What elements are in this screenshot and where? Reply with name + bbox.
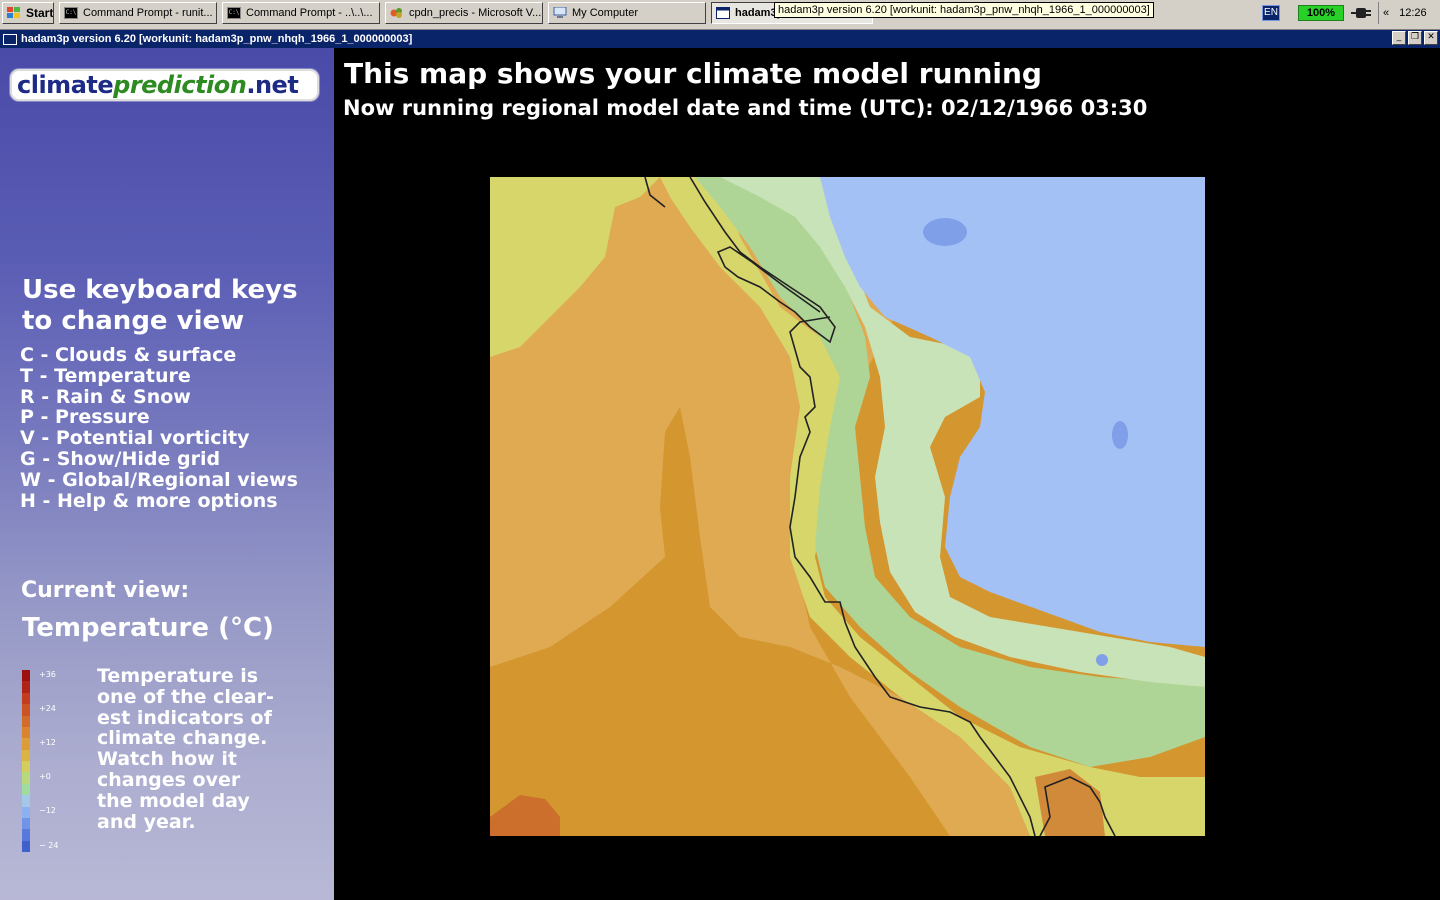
windows-logo-icon — [7, 7, 21, 19]
legend-tick: +36 — [39, 670, 56, 679]
minimize-button[interactable]: _ — [1392, 31, 1406, 45]
start-label: Start — [26, 6, 54, 20]
clock[interactable]: 12:26 — [1399, 7, 1427, 19]
logo-text-prediction: prediction — [113, 71, 247, 99]
current-view-label: Current view: — [21, 578, 190, 603]
window-title-tooltip: hadam3p version 6.20 [workunit: hadam3p_… — [774, 2, 1154, 18]
key-option-grid: G - Show/Hide grid — [20, 447, 221, 470]
taskbar-button-visual-studio[interactable]: cpdn_precis - Microsoft V... — [385, 2, 543, 24]
key-option-vorticity: V - Potential vorticity — [20, 427, 250, 450]
keyboard-keys-heading: Use keyboard keys to change view — [22, 275, 298, 337]
window-title: hadam3p version 6.20 [workunit: hadam3p_… — [21, 33, 413, 45]
key-option-clouds: C - Clouds & surface — [20, 344, 237, 366]
climateprediction-logo: climate prediction .net — [10, 69, 319, 101]
window-controls: _ ❐ ✕ — [1392, 31, 1438, 45]
window-icon[interactable] — [3, 33, 17, 45]
taskbar-button-label: cpdn_precis - Microsoft V... — [409, 7, 542, 19]
taskbar-button-label: Command Prompt - ..\..\... — [246, 7, 373, 19]
window-title-bar[interactable]: hadam3p version 6.20 [workunit: hadam3p_… — [0, 30, 1440, 48]
description-line: climate change. — [97, 727, 268, 750]
heading-line: to change view — [22, 306, 245, 336]
taskbar-button-command-prompt-1[interactable]: C:\ Command Prompt - runit... — [59, 2, 217, 24]
model-display: This map shows your climate model runnin… — [334, 48, 1440, 900]
key-option-pressure: P - Pressure — [20, 406, 150, 429]
legend-tick: − 24 — [39, 841, 59, 850]
temperature-description: Temperature is one of the clear- est ind… — [97, 666, 327, 832]
legend-tick: +0 — [39, 772, 51, 781]
key-option-temperature: T - Temperature — [20, 364, 191, 387]
visual-studio-icon — [390, 7, 404, 19]
system-tray: « 12:26 — [1378, 2, 1440, 24]
legend-tick: +24 — [39, 704, 56, 713]
description-line: one of the clear- — [97, 685, 274, 708]
key-options-list: C - Clouds & surface T - Temperature R -… — [20, 345, 298, 511]
command-prompt-icon: C:\ — [227, 7, 241, 19]
start-button[interactable]: Start — [2, 2, 54, 24]
description-line: Temperature is — [97, 665, 259, 687]
key-option-views: W - Global/Regional views — [20, 468, 298, 491]
taskbar-button-label: Command Prompt - runit... — [83, 7, 213, 19]
restore-button[interactable]: ❐ — [1408, 31, 1422, 45]
computer-icon — [553, 6, 567, 19]
map-lake — [923, 218, 967, 246]
battery-indicator[interactable]: 100% — [1298, 5, 1344, 21]
language-indicator[interactable]: EN — [1262, 5, 1280, 21]
description-line: changes over — [97, 768, 241, 791]
command-prompt-icon: C:\ — [64, 7, 78, 19]
logo-text-net: .net — [246, 71, 299, 99]
logo-text-climate: climate — [17, 71, 114, 99]
taskbar: Start C:\ Command Prompt - runit... C:\ … — [0, 0, 1440, 30]
window-icon — [716, 7, 730, 19]
description-line: est indicators of — [97, 706, 272, 729]
power-plug-icon[interactable] — [1350, 5, 1374, 21]
key-option-help: H - Help & more options — [20, 489, 278, 512]
key-option-rain: R - Rain & Snow — [20, 385, 191, 408]
current-view-value: Temperature (°C) — [22, 613, 274, 643]
description-line: the model day — [97, 789, 250, 812]
info-panel: climate prediction .net Use keyboard key… — [0, 48, 334, 900]
description-line: and year. — [97, 810, 196, 833]
map-title: This map shows your climate model runnin… — [344, 57, 1042, 90]
legend-tick: −12 — [39, 806, 56, 815]
legend-tick: +12 — [39, 738, 56, 747]
taskbar-button-command-prompt-2[interactable]: C:\ Command Prompt - ..\..\... — [222, 2, 380, 24]
heading-line: Use keyboard keys — [22, 275, 298, 305]
model-date-time: Now running regional model date and time… — [343, 96, 1148, 120]
map-lake — [1096, 654, 1108, 666]
tray-expand-button[interactable]: « — [1383, 7, 1389, 19]
taskbar-button-my-computer[interactable]: My Computer — [548, 2, 706, 24]
map-lake — [1112, 421, 1128, 449]
temperature-map[interactable] — [490, 177, 1205, 836]
taskbar-button-label: My Computer — [572, 7, 639, 19]
description-line: Watch how it — [97, 748, 237, 771]
close-button[interactable]: ✕ — [1424, 31, 1438, 45]
temperature-color-legend — [22, 670, 30, 852]
